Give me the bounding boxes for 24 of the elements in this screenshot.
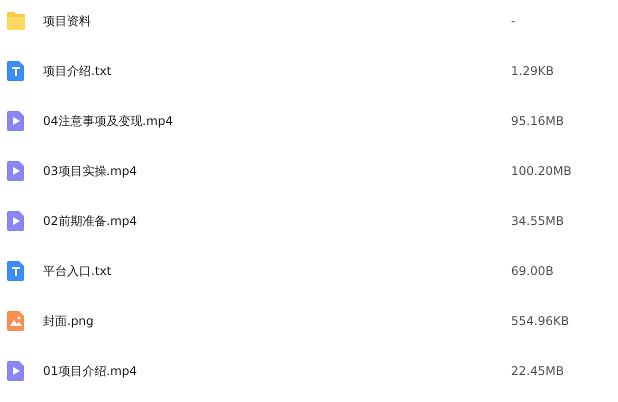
file-size: 95.16MB [511,113,564,130]
file-size: 69.00B [511,263,554,280]
file-name[interactable]: 项目资料 [43,12,511,30]
file-name[interactable]: 平台入口.txt [43,262,511,280]
file-size: 22.45MB [511,363,564,380]
file-name[interactable]: 03项目实操.mp4 [43,162,511,180]
file-name[interactable]: 项目介绍.txt [43,62,511,80]
file-size: 34.55MB [511,213,564,230]
file-name[interactable]: 02前期准备.mp4 [43,212,511,230]
file-size: 554.96KB [511,313,570,330]
video-file-icon [6,360,26,382]
video-file-icon [6,160,26,182]
file-name[interactable]: 04注意事项及变现.mp4 [43,112,511,130]
text-file-icon [6,260,26,282]
image-file-icon [6,310,26,332]
file-size: 100.20MB [511,163,572,180]
text-file-icon [6,60,26,82]
file-name[interactable]: 封面.png [43,312,511,330]
file-size: - [511,13,516,30]
file-size: 1.29KB [511,63,554,80]
video-file-icon [6,210,26,232]
file-name[interactable]: 01项目介绍.mp4 [43,362,511,380]
folder-icon [6,10,26,32]
video-file-icon [6,110,26,132]
